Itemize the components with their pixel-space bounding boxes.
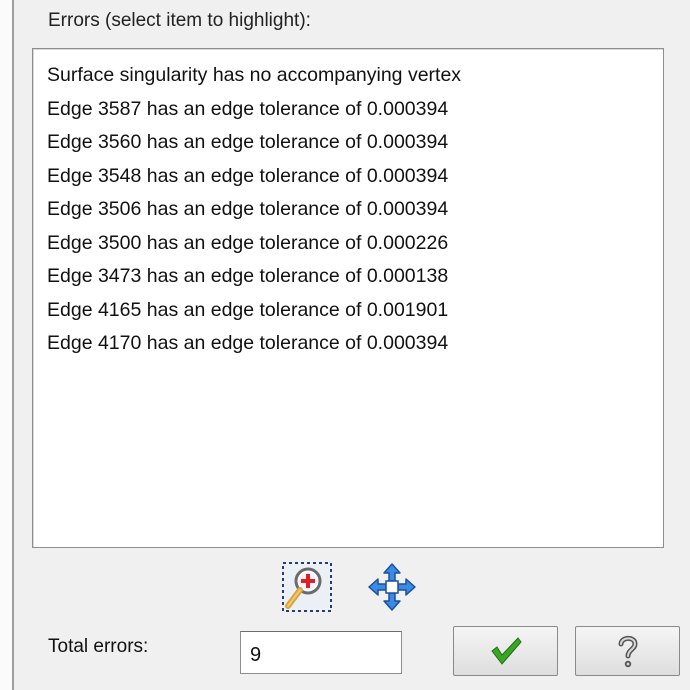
pan-view-button[interactable] xyxy=(366,561,418,613)
error-list-item[interactable]: Edge 3560 has an edge tolerance of 0.000… xyxy=(47,126,663,160)
error-list-item[interactable]: Surface singularity has no accompanying … xyxy=(47,59,663,93)
errors-listbox[interactable]: Surface singularity has no accompanying … xyxy=(32,48,664,548)
zoom-to-selection-button[interactable] xyxy=(281,561,333,613)
error-list-item[interactable]: Edge 3587 has an edge tolerance of 0.000… xyxy=(47,93,663,127)
error-list-item[interactable]: Edge 3473 has an edge tolerance of 0.000… xyxy=(47,260,663,294)
error-list-item[interactable]: Edge 4165 has an edge tolerance of 0.001… xyxy=(47,294,663,328)
error-list-item[interactable]: Edge 3506 has an edge tolerance of 0.000… xyxy=(47,193,663,227)
errors-section-label: Errors (select item to highlight): xyxy=(48,10,311,31)
zoom-to-selection-icon xyxy=(282,562,332,612)
error-list-item[interactable]: Edge 3548 has an edge tolerance of 0.000… xyxy=(47,160,663,194)
total-errors-label: Total errors: xyxy=(48,636,149,657)
ok-button[interactable] xyxy=(453,626,558,676)
help-button[interactable] xyxy=(575,626,680,676)
error-list-item[interactable]: Edge 4170 has an edge tolerance of 0.000… xyxy=(47,327,663,361)
error-list-item[interactable]: Edge 3500 has an edge tolerance of 0.000… xyxy=(47,227,663,261)
total-errors-field: 9 xyxy=(240,631,402,674)
green-checkmark-icon xyxy=(490,637,522,665)
question-mark-icon xyxy=(618,635,638,668)
pan-move-icon xyxy=(368,563,416,611)
window-edge xyxy=(0,0,14,690)
